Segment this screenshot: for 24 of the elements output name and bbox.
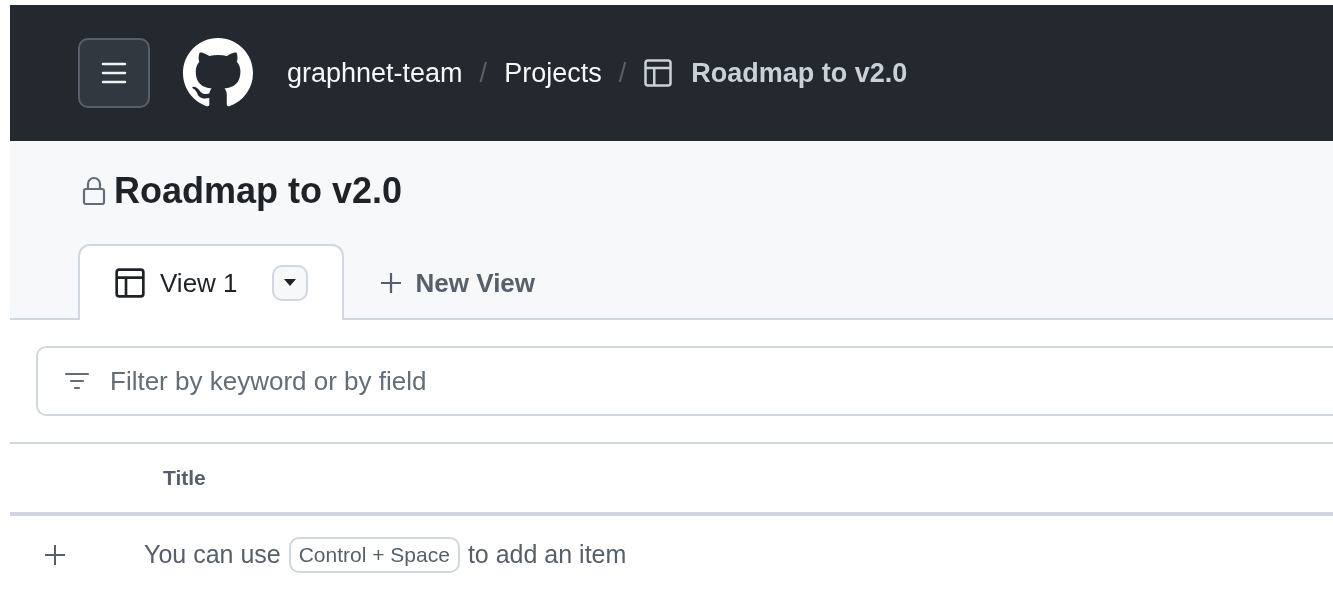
filter-input[interactable]: Filter by keyword or by field bbox=[108, 364, 1333, 398]
breadcrumb-separator: / bbox=[479, 57, 488, 89]
hint-text: You can use bbox=[144, 540, 281, 569]
breadcrumb-link[interactable]: graphnet-team bbox=[287, 57, 463, 89]
view-tab[interactable]: View 1 bbox=[78, 244, 344, 320]
hint-text: to add an item bbox=[467, 540, 627, 569]
menu-icon bbox=[101, 62, 127, 84]
plus-icon[interactable] bbox=[44, 543, 66, 566]
octocat-logo-icon[interactable] bbox=[183, 38, 253, 108]
table-icon bbox=[643, 58, 674, 88]
project-title: Roadmap to v2.0 bbox=[114, 170, 403, 212]
caret-icon bbox=[283, 279, 296, 287]
menu-button[interactable] bbox=[78, 38, 150, 108]
breadcrumb-link[interactable]: Roadmap to v2.0 bbox=[691, 57, 908, 89]
filter-field[interactable]: Filter by keyword or by field bbox=[36, 346, 1333, 416]
breadcrumb-link[interactable]: Projects bbox=[504, 57, 602, 89]
view-tab[interactable]: New View bbox=[343, 244, 572, 320]
column-header: Title bbox=[163, 466, 206, 490]
dropdown-button[interactable] bbox=[271, 265, 308, 301]
filter-icon bbox=[64, 372, 90, 390]
breadcrumb-separator: / bbox=[618, 57, 627, 89]
table-icon bbox=[114, 267, 146, 299]
plus-icon bbox=[379, 272, 402, 294]
keyboard-shortcut: Control + Space bbox=[288, 536, 460, 573]
